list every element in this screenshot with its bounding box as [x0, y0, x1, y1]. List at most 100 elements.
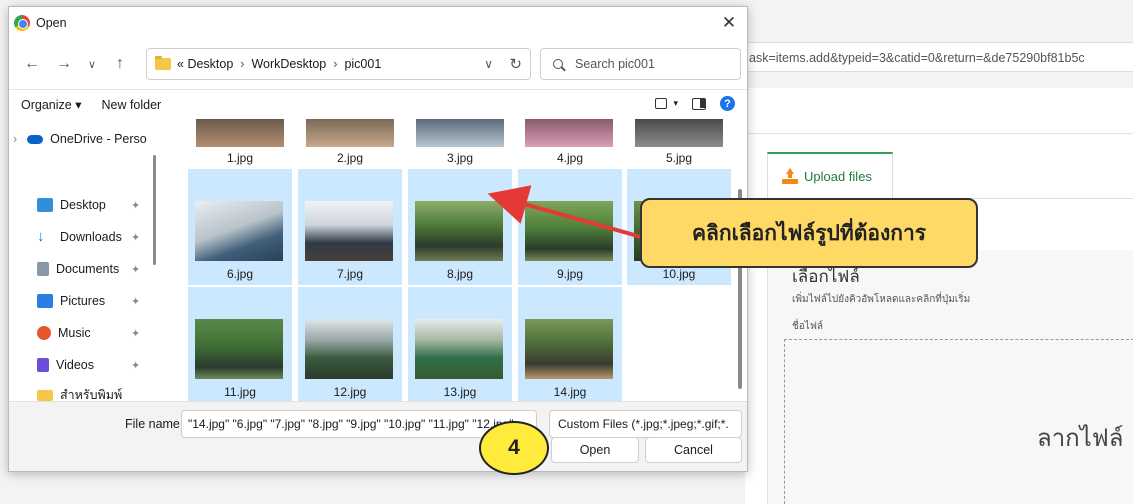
search-icon — [553, 59, 563, 69]
thumbnail-6 — [195, 201, 283, 261]
forward-arrow-icon[interactable]: → — [53, 53, 75, 75]
open-button[interactable]: Open — [551, 437, 639, 463]
file-name-label: File name: — [125, 417, 184, 431]
chevron-down-icon[interactable]: ∨ — [484, 57, 493, 71]
file-name-13: 13.jpg — [443, 385, 477, 399]
pin-icon[interactable]: ✦ — [131, 359, 140, 372]
upload-subheading: เพิ่มไฟล์ไปยังคิวอัพโหลดและคลิกที่ปุ่มเร… — [792, 294, 971, 305]
file-name-9: 9.jpg — [556, 267, 584, 281]
sidebar-item-onedrive[interactable]: › OneDrive - Perso — [13, 127, 147, 151]
up-arrow-icon[interactable]: ↑ — [109, 53, 131, 75]
file-name-14: 14.jpg — [553, 385, 587, 399]
pin-icon[interactable]: ✦ — [131, 263, 140, 276]
search-placeholder: Search pic001 — [575, 57, 655, 71]
step-number-badge: 4 — [479, 421, 549, 475]
pin-icon[interactable]: ✦ — [131, 231, 140, 244]
videos-icon — [37, 358, 49, 372]
file-name-column: ชื่อไฟล์ — [792, 321, 824, 332]
dialog-titlebar: Open ✕ — [9, 7, 747, 39]
recent-locations-chevron-icon[interactable]: ∨ — [81, 53, 103, 75]
file-name-6: 6.jpg — [226, 267, 254, 281]
upload-files-label: Upload files — [804, 168, 872, 184]
file-tile-11[interactable]: 11.jpg — [188, 287, 292, 401]
file-tile-8[interactable]: 8.jpg — [408, 169, 512, 285]
file-type-select[interactable]: Custom Files (*.jpg;*.jpeg;*.gif;*. — [549, 410, 742, 438]
sidebar-item-pictures[interactable]: Pictures — [37, 289, 105, 313]
refresh-icon[interactable]: ↻ — [509, 55, 522, 73]
file-tile-6[interactable]: 6.jpg — [188, 169, 292, 285]
onedrive-icon — [27, 134, 44, 144]
desktop-icon — [37, 198, 53, 212]
breadcrumb-workdesktop[interactable]: WorkDesktop — [251, 57, 326, 71]
upload-icon — [782, 168, 798, 184]
upload-files-tab[interactable]: Upload files — [767, 152, 893, 198]
breadcrumb-desktop[interactable]: Desktop — [187, 57, 233, 71]
view-options-button[interactable]: ▾ — [655, 98, 678, 109]
file-name-7: 7.jpg — [336, 267, 364, 281]
sidebar-item-print-folder[interactable]: สำหรับพิมพ์ — [37, 383, 122, 401]
file-tile-12[interactable]: 12.jpg — [298, 287, 402, 401]
new-folder-button[interactable]: New folder — [101, 98, 161, 112]
file-type-value: Custom Files (*.jpg;*.jpeg;*.gif;*. — [558, 417, 729, 431]
file-name-4[interactable]: 4.jpg — [518, 151, 622, 165]
sidebar-item-documents[interactable]: Documents — [37, 257, 119, 281]
breadcrumb-pic001[interactable]: pic001 — [344, 57, 381, 71]
file-name-8: 8.jpg — [446, 267, 474, 281]
address-bar-url[interactable]: ask=items.add&typeid=3&catid=0&return=&d… — [745, 42, 1133, 72]
file-tile-7[interactable]: 7.jpg — [298, 169, 402, 285]
thumbnail-7 — [305, 201, 393, 261]
close-button[interactable]: ✕ — [709, 7, 747, 39]
thumbnail-8 — [415, 201, 503, 261]
chrome-icon — [14, 15, 30, 31]
music-icon — [37, 326, 51, 340]
sidebar-scrollbar[interactable] — [153, 155, 156, 265]
sidebar-item-videos[interactable]: Videos — [37, 353, 94, 377]
chevron-right-icon: › — [333, 57, 338, 71]
address-breadcrumb[interactable]: « Desktop › WorkDesktop › pic001 ∨ ↻ — [146, 48, 531, 80]
sidebar-item-label: สำหรับพิมพ์ — [60, 388, 123, 401]
organize-button[interactable]: Organize ▾ — [21, 97, 81, 112]
search-input[interactable]: Search pic001 — [540, 48, 741, 80]
drop-zone-text: ลากไฟล์ — [1037, 425, 1124, 452]
preview-pane-icon[interactable] — [692, 97, 706, 110]
thumbnail-2[interactable] — [306, 119, 394, 147]
pin-icon[interactable]: ✦ — [131, 199, 140, 212]
file-name-10: 10.jpg — [662, 267, 696, 281]
thumbnail-13 — [415, 319, 503, 379]
sidebar-item-label: Music — [58, 326, 91, 340]
back-arrow-icon[interactable]: ← — [21, 53, 43, 75]
file-tile-9[interactable]: 9.jpg — [518, 169, 622, 285]
file-name-5[interactable]: 5.jpg — [627, 151, 731, 165]
navigation-bar: ← → ∨ ↑ « Desktop › WorkDesktop › pic001… — [9, 39, 747, 89]
thumbnail-3[interactable] — [416, 119, 504, 147]
file-tile-14[interactable]: 14.jpg — [518, 287, 622, 401]
file-name-2[interactable]: 2.jpg — [298, 151, 402, 165]
sidebar-item-label: Videos — [56, 358, 94, 372]
thumbnail-4[interactable] — [525, 119, 613, 147]
pin-icon[interactable]: ✦ — [131, 295, 140, 308]
cancel-button[interactable]: Cancel — [645, 437, 742, 463]
sidebar-item-music[interactable]: Music — [37, 321, 91, 345]
breadcrumb-prefix: « — [177, 57, 184, 71]
view-icon — [655, 98, 668, 109]
sidebar-item-label: Pictures — [60, 294, 106, 308]
thumbnail-14 — [525, 319, 613, 379]
file-name-3[interactable]: 3.jpg — [408, 151, 512, 165]
file-tile-13[interactable]: 13.jpg — [408, 287, 512, 401]
thumbnail-11 — [195, 319, 283, 379]
file-name-1[interactable]: 1.jpg — [188, 151, 292, 165]
thumbnail-1[interactable] — [196, 119, 284, 147]
sidebar-item-label: Downloads — [60, 230, 122, 244]
sidebar-item-desktop[interactable]: Desktop — [37, 193, 106, 217]
folder-icon — [155, 56, 171, 70]
help-icon[interactable]: ? — [720, 96, 735, 111]
thumbnail-5[interactable] — [635, 119, 723, 147]
dialog-toolbar: Organize ▾ New folder ▾ ? — [9, 89, 747, 119]
sidebar-item-label: Documents — [56, 262, 120, 276]
instruction-callout: คลิกเลือกไฟล์รูปที่ต้องการ — [640, 198, 978, 268]
sidebar-item-downloads[interactable]: ↓ Downloads — [37, 225, 122, 249]
pin-icon[interactable]: ✦ — [131, 327, 140, 340]
file-name-12: 12.jpg — [333, 385, 367, 399]
pictures-icon — [37, 294, 53, 308]
thumbnail-9 — [525, 201, 613, 261]
